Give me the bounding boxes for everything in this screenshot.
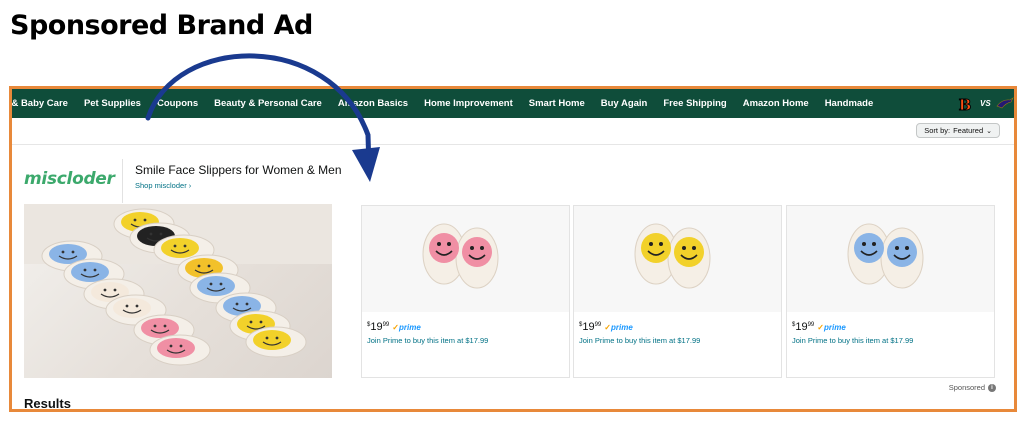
prime-badge: ✓prime (604, 323, 633, 332)
nav-bar: n & Baby Care Pet Supplies Coupons Beaut… (12, 89, 1014, 118)
product-price: $ 19 99 ✓prime (792, 321, 846, 333)
nav-item-smart-home[interactable]: Smart Home (529, 98, 585, 109)
page-heading: Sponsored Brand Ad (10, 10, 313, 41)
price-dollars: 19 (370, 321, 383, 333)
product-card-pink[interactable]: $ 19 99 ✓prime Join Prime to buy this it… (361, 205, 570, 378)
join-prime-link[interactable]: Join Prime to buy this item at $17.99 (792, 336, 913, 345)
prime-check-icon: ✓ (817, 323, 824, 332)
price-cents: 99 (594, 322, 602, 328)
results-heading: Results (24, 396, 71, 411)
nav-item-amazon-basics[interactable]: Amazon Basics (338, 98, 408, 109)
vs-label: VS (980, 99, 991, 108)
join-prime-link[interactable]: Join Prime to buy this item at $17.99 (579, 336, 700, 345)
prime-check-icon: ✓ (392, 323, 399, 332)
nav-item-coupons[interactable]: Coupons (157, 98, 198, 109)
price-dollars: 19 (582, 321, 595, 333)
nav-item-amazon-home[interactable]: Amazon Home (743, 98, 809, 109)
product-card-yellow[interactable]: $ 19 99 ✓prime Join Prime to buy this it… (573, 205, 782, 378)
product-card-blue[interactable]: $ 19 99 ✓prime Join Prime to buy this it… (786, 205, 995, 378)
prime-badge: ✓prime (817, 323, 846, 332)
svg-text:B: B (959, 96, 972, 112)
section-divider (12, 144, 1014, 145)
bengals-logo-icon[interactable]: B (956, 93, 974, 114)
nav-item-pet-supplies[interactable]: Pet Supplies (84, 98, 141, 109)
nav-item-free-shipping[interactable]: Free Shipping (663, 98, 726, 109)
prime-check-icon: ✓ (604, 323, 611, 332)
nav-item-baby-care[interactable]: n & Baby Care (12, 98, 68, 109)
sort-value: Featured (953, 126, 984, 135)
ad-headline[interactable]: Smile Face Slippers for Women & Men (135, 163, 342, 177)
product-image-blue[interactable] (787, 206, 994, 312)
sort-dropdown[interactable]: Sort by: Featured ⌄ (916, 123, 1000, 138)
nav-item-handmade[interactable]: Handmade (825, 98, 874, 109)
product-price: $ 19 99 ✓prime (367, 321, 421, 333)
shop-brand-link[interactable]: Shop miscloder › (135, 181, 191, 190)
price-dollars: 19 (795, 321, 808, 333)
brand-hero-image[interactable] (24, 204, 332, 378)
chevron-down-icon: ⌄ (986, 127, 992, 135)
prime-badge: ✓prime (392, 323, 421, 332)
sort-label: Sort by: (924, 126, 951, 135)
prime-label: prime (823, 323, 846, 332)
sort-bar: Sort by: Featured ⌄ (12, 118, 1014, 144)
sponsored-label[interactable]: Sponsored i (949, 383, 996, 392)
amazon-screenshot-frame: n & Baby Care Pet Supplies Coupons Beaut… (9, 86, 1017, 412)
ravens-logo-icon[interactable] (996, 93, 1014, 114)
prime-label: prime (610, 323, 633, 332)
nav-item-beauty[interactable]: Beauty & Personal Care (214, 98, 322, 109)
prime-label: prime (398, 323, 421, 332)
nav-items: n & Baby Care Pet Supplies Coupons Beaut… (12, 89, 889, 118)
nav-item-buy-again[interactable]: Buy Again (601, 98, 648, 109)
join-prime-link[interactable]: Join Prime to buy this item at $17.99 (367, 336, 488, 345)
product-image-yellow[interactable] (574, 206, 781, 312)
price-cents: 99 (382, 322, 390, 328)
product-price: $ 19 99 ✓prime (579, 321, 633, 333)
nav-item-home-improvement[interactable]: Home Improvement (424, 98, 513, 109)
product-image-pink[interactable] (362, 206, 569, 312)
brand-logo[interactable]: miscloder (24, 169, 115, 189)
info-icon[interactable]: i (988, 383, 996, 392)
price-cents: 99 (807, 322, 815, 328)
brand-separator (122, 159, 123, 203)
sponsored-text: Sponsored (948, 383, 985, 392)
